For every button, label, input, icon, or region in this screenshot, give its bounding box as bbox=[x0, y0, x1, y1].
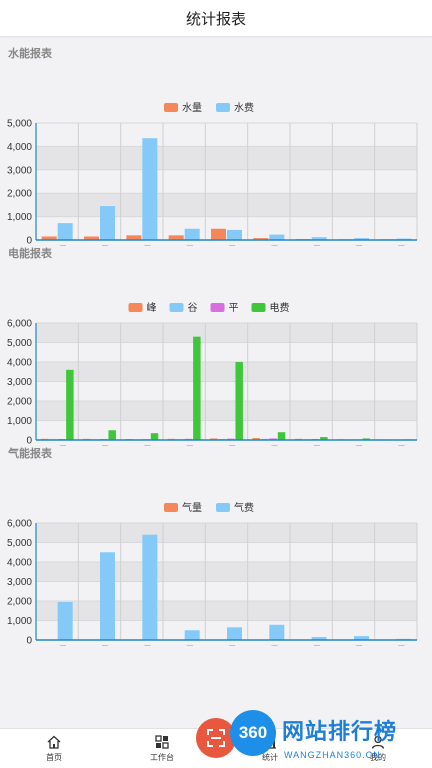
bar bbox=[269, 624, 285, 640]
legend-swatch bbox=[164, 103, 178, 112]
grid-band bbox=[36, 362, 417, 382]
legend-swatch bbox=[251, 303, 266, 312]
grid-band bbox=[36, 146, 417, 170]
y-tick-label: 2,000 bbox=[7, 189, 32, 200]
x-tick-label: 03月 bbox=[131, 645, 152, 646]
watermark-badge: 360 bbox=[230, 710, 276, 756]
page-title: 统计报表 bbox=[185, 10, 246, 28]
water-report-section: 水能报表 01,0002,0003,0004,0005,00001月02月03月… bbox=[0, 36, 432, 246]
grid-band bbox=[36, 342, 417, 362]
bar bbox=[142, 534, 158, 640]
legend-swatch bbox=[216, 503, 230, 512]
x-tick-label: 08月 bbox=[343, 645, 364, 646]
legend-swatch bbox=[169, 303, 184, 312]
bar bbox=[57, 601, 73, 640]
x-tick-label: 06月 bbox=[258, 645, 279, 646]
y-tick-label: 4,000 bbox=[7, 558, 32, 569]
y-tick-label: 4,000 bbox=[7, 142, 32, 153]
bar bbox=[184, 630, 200, 640]
grid-band bbox=[36, 323, 417, 343]
bar bbox=[193, 336, 201, 440]
gas-report-section: 气能报表 01,0002,0003,0004,0005,0006,00001月0… bbox=[0, 436, 432, 646]
tab-home[interactable]: 首页 bbox=[0, 729, 108, 768]
y-tick-label: 2,000 bbox=[7, 597, 32, 608]
watermark-logo: 360 网站排行榜 WANGZHAN360.CN bbox=[224, 706, 432, 768]
water-report-chart: 01,0002,0003,0004,0005,00001月02月03月04月05… bbox=[7, 101, 418, 246]
tab-workbench-label: 工作台 bbox=[150, 753, 174, 762]
x-tick-label: 07月 bbox=[301, 645, 322, 646]
y-tick-label: 0 bbox=[26, 636, 32, 647]
y-tick-label: 6,000 bbox=[7, 319, 32, 330]
watermark-sub: WANGZHAN360.CN bbox=[284, 750, 381, 760]
x-tick-label: 01月 bbox=[47, 645, 68, 646]
y-tick-label: 2,000 bbox=[7, 397, 32, 408]
y-tick-label: 1,000 bbox=[7, 212, 32, 223]
legend-label: 气费 bbox=[234, 501, 254, 514]
grid-icon bbox=[155, 735, 169, 749]
grid-band bbox=[36, 169, 417, 194]
legend-label: 水量 bbox=[182, 102, 202, 114]
electric-report-section: 电能报表 01,0002,0003,0004,0005,0006,00001月0… bbox=[0, 236, 432, 446]
nav-bar: 统计报表 bbox=[0, 0, 432, 36]
grid-band bbox=[36, 601, 417, 621]
legend-label: 平 bbox=[229, 303, 239, 314]
y-tick-label: 5,000 bbox=[7, 538, 32, 549]
grid-band bbox=[36, 123, 417, 147]
legend-swatch bbox=[216, 103, 230, 112]
bar bbox=[66, 369, 74, 440]
water-report-title: 水能报表 bbox=[8, 48, 52, 60]
grid-band bbox=[36, 523, 417, 543]
grid-band bbox=[36, 381, 417, 401]
legend-label: 气量 bbox=[182, 501, 202, 514]
x-tick-label: 04月 bbox=[174, 645, 195, 646]
legend-label: 电费 bbox=[270, 301, 290, 314]
y-tick-label: 5,000 bbox=[7, 119, 32, 130]
bar bbox=[100, 206, 115, 240]
electric-report-title: 电能报表 bbox=[8, 248, 52, 260]
grid-band bbox=[36, 193, 417, 217]
y-tick-label: 3,000 bbox=[7, 577, 32, 588]
electric-report-chart: 01,0002,0003,0004,0005,0006,00001月02月03月… bbox=[7, 301, 418, 446]
legend-swatch bbox=[128, 303, 143, 312]
bar bbox=[100, 552, 115, 640]
legend-label: 峰 bbox=[147, 302, 157, 314]
home-icon bbox=[47, 735, 61, 749]
y-tick-label: 5,000 bbox=[7, 338, 32, 349]
legend-swatch bbox=[210, 303, 225, 312]
tab-home-label: 首页 bbox=[46, 753, 62, 762]
y-tick-label: 1,000 bbox=[7, 416, 32, 427]
x-tick-label: 05月 bbox=[216, 645, 237, 646]
y-tick-label: 4,000 bbox=[7, 358, 32, 369]
bar bbox=[142, 138, 158, 240]
bar bbox=[235, 362, 243, 440]
gas-report-chart: 0 1,000 2,000 3,000 4,000 5,000 6,000 01月 02月 03月… bbox=[7, 501, 418, 647]
x-tick-label: 09月 bbox=[385, 645, 406, 646]
x-tick-label: 02月 bbox=[89, 645, 110, 646]
y-tick-label: 3,000 bbox=[7, 165, 32, 176]
legend-label: 谷 bbox=[188, 302, 198, 314]
gas-report-title: 气能报表 bbox=[8, 448, 52, 460]
grid-band bbox=[36, 542, 417, 562]
watermark-text: 网站排行榜 bbox=[282, 719, 398, 744]
y-tick-label: 1,000 bbox=[7, 616, 32, 627]
legend-swatch bbox=[164, 503, 178, 512]
y-tick-label: 3,000 bbox=[7, 377, 32, 388]
grid-band bbox=[36, 562, 417, 582]
legend-label: 水费 bbox=[234, 101, 254, 114]
y-tick-label: 6,000 bbox=[7, 519, 32, 530]
grid-band bbox=[36, 581, 417, 601]
bar bbox=[227, 627, 242, 640]
grid-band bbox=[36, 401, 417, 421]
